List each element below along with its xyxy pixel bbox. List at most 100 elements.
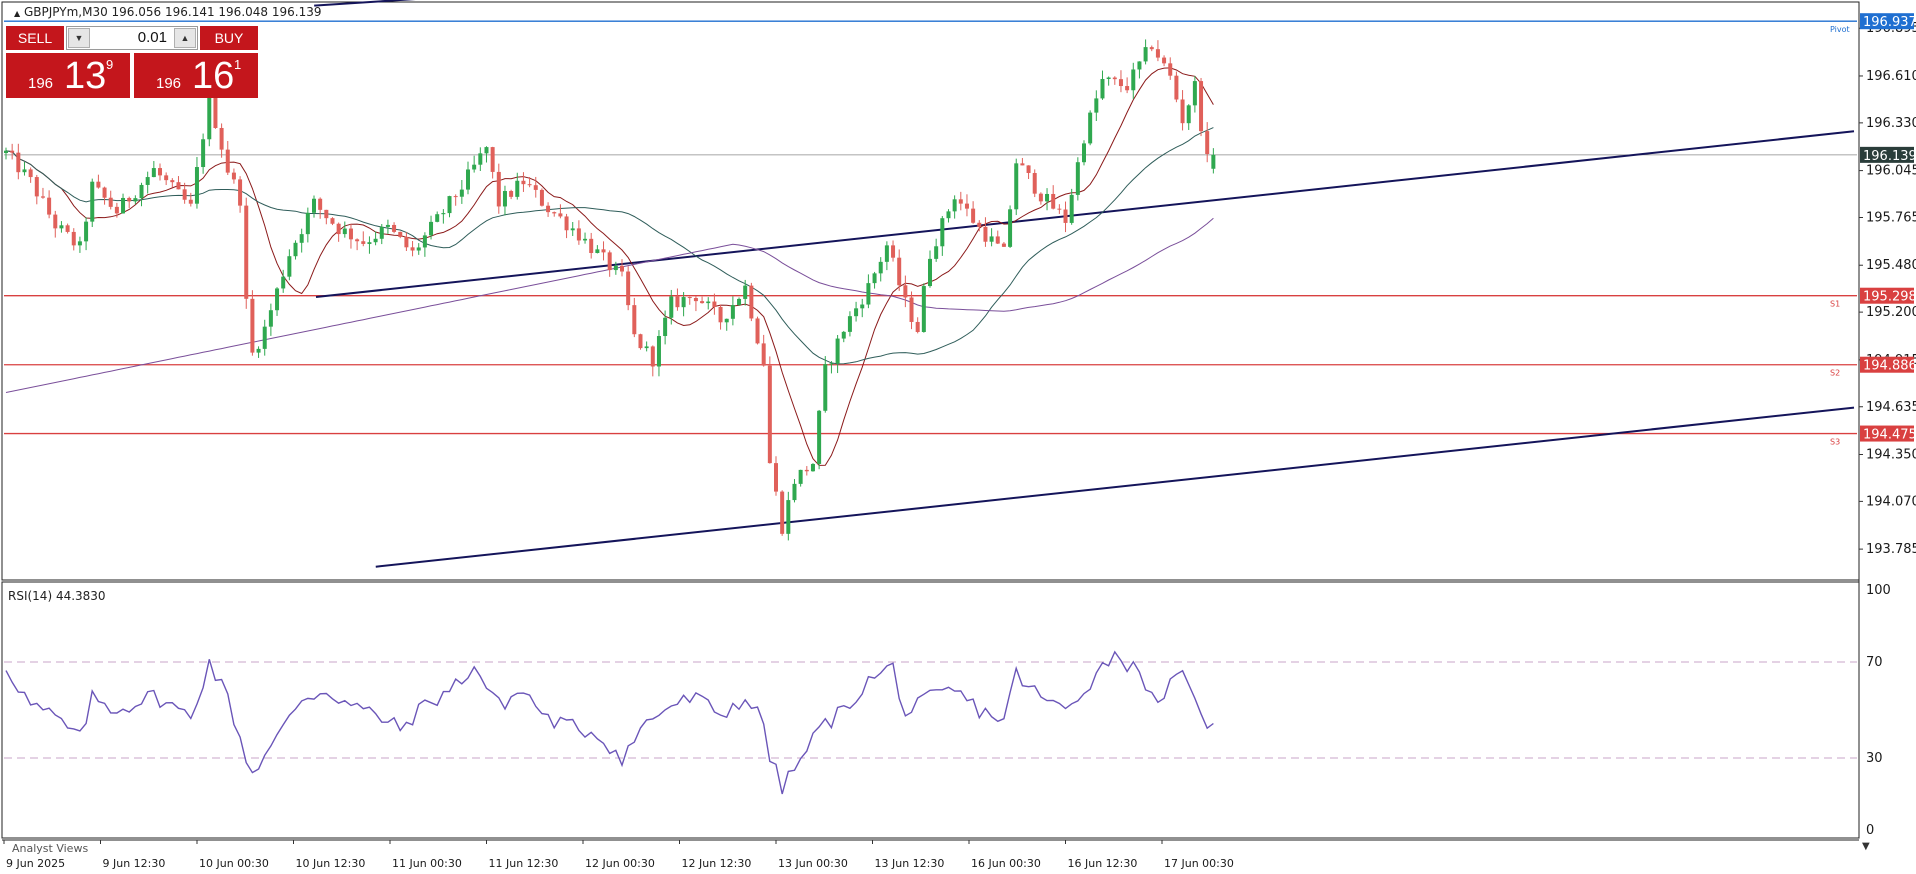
candle-body: [65, 225, 70, 232]
price-tick-label: 195.765: [1866, 210, 1916, 225]
rsi-tick-label: 30: [1866, 751, 1883, 766]
candle-body: [312, 198, 316, 213]
candle-body: [884, 245, 889, 262]
sell-price-prefix: 196: [28, 75, 54, 92]
collapse-triangle-icon[interactable]: ▲: [14, 9, 20, 18]
candle-body: [472, 164, 477, 170]
candle-body: [552, 212, 557, 214]
rsi-tick-label: 0: [1866, 823, 1874, 838]
candle-body: [626, 271, 631, 306]
candle-body: [4, 150, 8, 154]
candle-body: [1057, 208, 1062, 210]
candle-body: [847, 316, 852, 332]
candle-body: [435, 214, 440, 222]
buy-button[interactable]: BUY: [200, 26, 258, 50]
buy-price-box[interactable]: 196 16 1: [134, 53, 258, 98]
candle-body: [490, 147, 495, 172]
candle-body: [638, 334, 643, 349]
candle-body: [1131, 69, 1136, 91]
candle-body: [478, 153, 483, 165]
candle-body: [928, 258, 932, 287]
candle-body: [121, 197, 126, 214]
time-tick-label: 12 Jun 00:30: [585, 857, 655, 870]
candle-body: [429, 221, 434, 236]
candle-body: [158, 168, 162, 176]
candle-body: [287, 256, 292, 277]
candle-body: [231, 172, 236, 180]
candle-body: [47, 197, 52, 215]
rsi-title: RSI(14) 44.3830: [8, 589, 106, 603]
candle-body: [971, 208, 976, 223]
candle-body: [1075, 162, 1080, 195]
candle-body: [607, 252, 612, 271]
candle-body: [718, 306, 723, 323]
candle-body: [860, 304, 865, 309]
candle-body: [558, 213, 563, 217]
candle-body: [10, 150, 15, 153]
candle-body: [595, 249, 600, 253]
candle-body: [743, 285, 748, 299]
candlesticks: [4, 39, 1216, 541]
candle-body: [878, 261, 883, 274]
level-tag-s3: 194.475: [1863, 428, 1916, 443]
buy-price-prefix: 196: [156, 75, 182, 92]
candle-body: [1143, 47, 1148, 62]
candle-body: [1192, 81, 1197, 106]
lot-size-input[interactable]: 0.01: [93, 27, 171, 49]
candle-body: [133, 198, 138, 202]
candle-body: [422, 235, 427, 248]
scroll-down-icon[interactable]: ▼: [1862, 841, 1870, 852]
moving-average-1: [5, 127, 1214, 365]
candle-body: [521, 180, 526, 185]
lot-size-stepper[interactable]: ▼ 0.01 ▲: [66, 26, 198, 50]
symbol-title: ▲ GBPJPYm,M30 196.056 196.141 196.048 19…: [14, 5, 321, 19]
candle-body: [342, 228, 347, 235]
analyst-views-label[interactable]: Analyst Views: [12, 842, 88, 855]
candle-body: [1014, 163, 1019, 210]
rsi-indicator: 100 70 30 0: [4, 583, 1891, 838]
candle-body: [620, 265, 624, 272]
candle-body: [909, 297, 914, 322]
candle-body: [392, 224, 397, 232]
candle-body: [546, 205, 551, 213]
candle-body: [1106, 77, 1111, 79]
sell-button[interactable]: SELL: [6, 26, 64, 50]
horizontal-levels: Pivot S1 S2 S3: [4, 20, 1857, 447]
candle-body: [207, 92, 212, 140]
candle-body: [262, 326, 267, 349]
candle-body: [866, 283, 871, 305]
trading-chart[interactable]: PivotS1S2S3 196.895196.610196.330196.045…: [0, 0, 1916, 874]
candle-body: [515, 180, 520, 197]
trendlines[interactable]: [314, 0, 1855, 568]
candle-body: [77, 241, 82, 246]
candle-body: [1180, 99, 1185, 124]
candle-body: [330, 218, 335, 224]
buy-price-big: 16: [192, 55, 235, 97]
candle-body: [1205, 131, 1210, 154]
candle-body: [219, 127, 224, 150]
candle-body: [749, 285, 754, 319]
sell-price-box[interactable]: 196 13 9: [6, 53, 130, 98]
candle-body: [293, 242, 298, 257]
candle-body: [59, 225, 64, 229]
candle-body: [1001, 243, 1006, 247]
moving-average-2: [5, 217, 1214, 393]
candle-body: [964, 203, 969, 209]
candle-body: [1137, 61, 1142, 70]
candle-body: [127, 197, 132, 202]
candle-body: [71, 231, 76, 246]
time-tick-label: 16 Jun 12:30: [1068, 857, 1138, 870]
main-panel-frame: [1, 1, 1860, 581]
candle-body: [379, 226, 384, 239]
candle-body: [774, 463, 778, 492]
time-tick-label: 11 Jun 12:30: [489, 857, 559, 870]
candle-body: [1038, 193, 1043, 202]
one-click-trading-panel: SELL ▼ 0.01 ▲ BUY 196 13 9 196 16 1: [6, 26, 258, 98]
lot-increase-icon[interactable]: ▲: [174, 28, 196, 48]
candle-body: [509, 191, 514, 197]
price-tick-label: 195.200: [1866, 305, 1916, 320]
candle-body: [1162, 57, 1167, 64]
time-tick-label: 17 Jun 00:30: [1164, 857, 1234, 870]
lot-decrease-icon[interactable]: ▼: [68, 28, 90, 48]
candle-body: [1100, 78, 1105, 99]
